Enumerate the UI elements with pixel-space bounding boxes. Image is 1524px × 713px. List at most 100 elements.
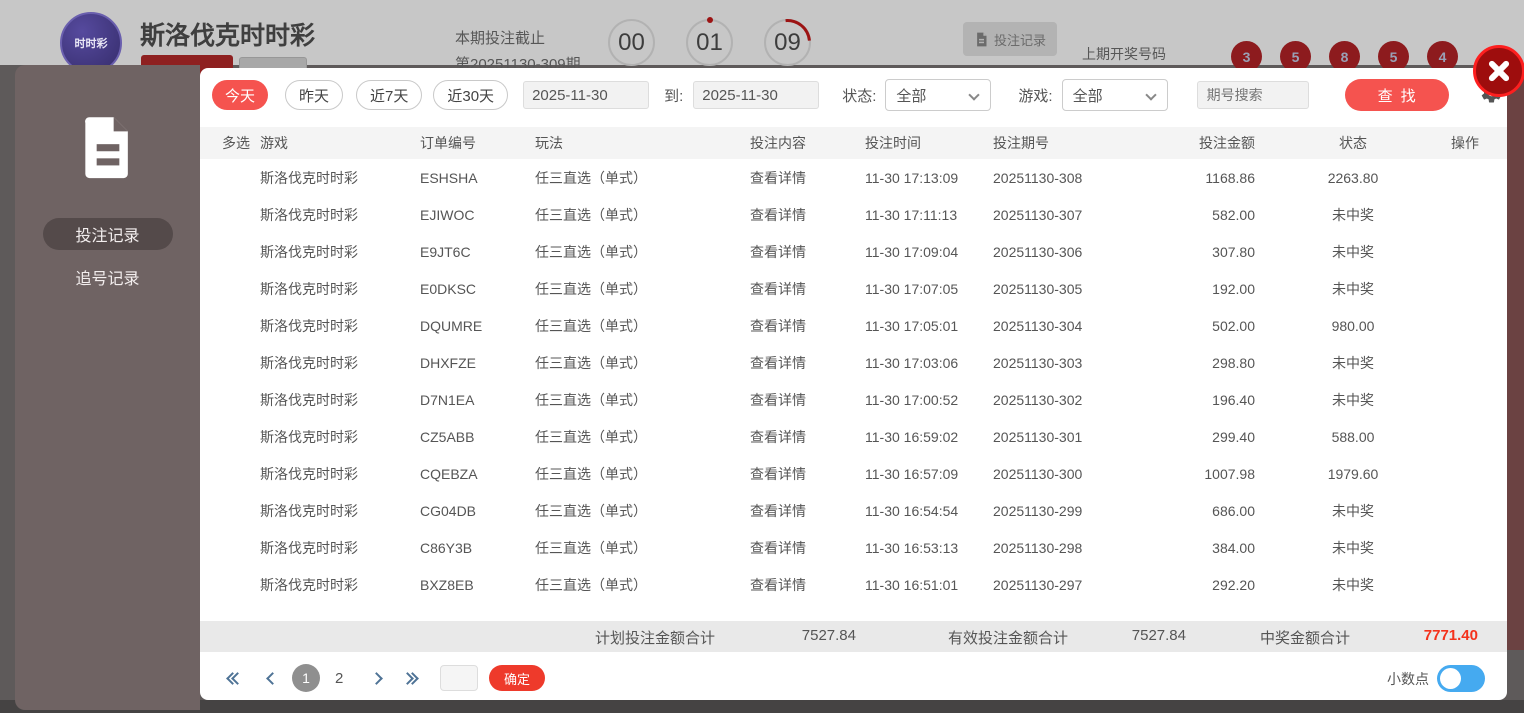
view-details-link[interactable]: 查看详情 <box>750 307 865 344</box>
page-title: 斯洛伐克时时彩 <box>140 22 316 50</box>
order-id-link[interactable]: CZ5ABB <box>420 418 535 455</box>
view-details-link[interactable]: 查看详情 <box>750 270 865 307</box>
countdown-minutes: 01 <box>686 17 733 66</box>
table-row: 斯洛伐克时时彩 CG04DB 任三直选（单式） 查看详情 11-30 16:54:54 2… <box>200 492 1507 529</box>
view-details-link[interactable]: 查看详情 <box>750 566 865 603</box>
view-details-link[interactable]: 查看详情 <box>750 381 865 418</box>
view-details-link[interactable]: 查看详情 <box>750 344 865 381</box>
prev-page-button[interactable] <box>266 660 279 696</box>
countdown-minutes-value: 01 <box>696 28 723 56</box>
order-id-link[interactable]: DHXFZE <box>420 344 535 381</box>
table-row: 斯洛伐克时时彩 E0DKSC 任三直选（单式） 查看详情 11-30 17:07:05 2… <box>200 270 1507 307</box>
page-2-button[interactable]: 2 <box>335 660 343 696</box>
status-badge: 未中奖 <box>1332 206 1374 223</box>
confirm-page-button[interactable]: 确定 <box>489 665 545 691</box>
order-id-link[interactable]: ESHSHA <box>420 159 535 196</box>
next-page-button[interactable] <box>370 660 383 696</box>
order-id-link[interactable]: E0DKSC <box>420 270 535 307</box>
table-row: 斯洛伐克时时彩 BXZ8EB 任三直选（单式） 查看详情 11-30 16:51:01 2… <box>200 566 1507 603</box>
sidebar-item-bet-records-label: 投注记录 <box>75 228 140 245</box>
sidebar-item-bet-records[interactable]: 投注记录 <box>42 218 173 250</box>
table-row: 斯洛伐克时时彩 DHXFZE 任三直选（单式） 查看详情 11-30 17:03:06 2… <box>200 344 1507 381</box>
status-badge: 2263.80 <box>1327 169 1379 186</box>
valid-total-label: 有效投注金额合计 <box>948 630 1069 647</box>
chevron-down-icon <box>968 89 981 101</box>
quick-filter-30days[interactable]: 近30天 <box>433 80 509 110</box>
order-id-link[interactable]: DQUMRE <box>420 307 535 344</box>
status-select[interactable]: 全部 <box>885 79 992 111</box>
table-header-row: 多选 游戏 订单编号 玩法 投注内容 投注时间 投注期号 投注金额 状态 操作 <box>200 127 1507 159</box>
view-details-link[interactable]: 查看详情 <box>750 233 865 270</box>
view-details-link[interactable]: 查看详情 <box>750 159 865 196</box>
quick-filter-today[interactable]: 今天 <box>212 80 269 110</box>
col-order-id: 订单编号 <box>420 127 535 159</box>
table-row: 斯洛伐克时时彩 C86Y3B 任三直选（单式） 查看详情 11-30 16:53:13 2… <box>200 529 1507 566</box>
col-amount: 投注金额 <box>1153 127 1283 159</box>
sidebar-item-chase-records[interactable]: 追号记录 <box>43 261 173 293</box>
decimal-toggle-label: 小数点 <box>1387 671 1429 687</box>
order-id-link[interactable]: E9JT6C <box>420 233 535 270</box>
order-id-link[interactable]: BXZ8EB <box>420 566 535 603</box>
col-game: 游戏 <box>260 127 420 159</box>
period-search-input[interactable] <box>1196 81 1309 109</box>
table-row: 斯洛伐克时时彩 EJIWOC 任三直选（单式） 查看详情 11-30 17:11:13 2… <box>200 196 1507 233</box>
col-play: 玩法 <box>535 127 750 159</box>
col-period: 投注期号 <box>993 127 1153 159</box>
totals-bar: 计划投注金额合计 7527.84 有效投注金额合计 7527.84 中奖金额合计… <box>200 621 1507 652</box>
status-badge: 未中奖 <box>1332 539 1374 556</box>
bet-records-button-label: 投注记录 <box>993 32 1046 48</box>
game-select-value: 全部 <box>1072 87 1103 105</box>
page-1-button[interactable]: 1 <box>292 660 320 696</box>
logo-text: 时时彩 <box>74 38 108 50</box>
view-details-link[interactable]: 查看详情 <box>750 529 865 566</box>
first-page-button[interactable] <box>226 660 244 696</box>
table-row: 斯洛伐克时时彩 D7N1EA 任三直选（单式） 查看详情 11-30 17:00:52 2… <box>200 381 1507 418</box>
view-details-link[interactable]: 查看详情 <box>750 492 865 529</box>
order-id-link[interactable]: EJIWOC <box>420 196 535 233</box>
quick-filter-yesterday[interactable]: 昨天 <box>285 80 344 110</box>
sidebar-item-chase-records-label: 追号记录 <box>75 271 140 288</box>
view-details-link[interactable]: 查看详情 <box>750 455 865 492</box>
view-details-link[interactable]: 查看详情 <box>750 418 865 455</box>
table-row: 斯洛伐克时时彩 DQUMRE 任三直选（单式） 查看详情 11-30 17:05:01 2… <box>200 307 1507 344</box>
decimal-toggle-switch[interactable] <box>1437 665 1485 692</box>
col-time: 投注时间 <box>865 127 993 159</box>
table-row: 斯洛伐克时时彩 ESHSHA 任三直选（单式） 查看详情 11-30 17:13:09 2… <box>200 159 1507 196</box>
filter-bar: 今天 昨天 近7天 近30天 到: 状态: 全部 游戏: 全部 查找 <box>200 78 1507 112</box>
goto-page-input[interactable] <box>440 665 478 691</box>
current-page-indicator: 1 <box>292 664 320 692</box>
page-header: 时时彩 斯洛伐克时时彩 本期投注截止 第20251130-309期 00 01 … <box>0 0 1524 77</box>
status-badge: 未中奖 <box>1332 391 1374 408</box>
status-badge: 588.00 <box>1331 428 1375 445</box>
planned-total-value: 7527.84 <box>801 627 856 644</box>
game-select[interactable]: 全部 <box>1061 79 1168 111</box>
status-select-value: 全部 <box>896 87 927 105</box>
date-from-input[interactable] <box>523 81 650 109</box>
date-to-label: 到: <box>664 87 684 105</box>
bet-records-button[interactable]: 投注记录 <box>963 22 1057 56</box>
lottery-page: 时时彩 斯洛伐克时时彩 本期投注截止 第20251130-309期 00 01 … <box>0 0 1524 713</box>
game-filter-label: 游戏: <box>1018 87 1053 105</box>
status-badge: 未中奖 <box>1332 502 1374 519</box>
quick-filter-7days[interactable]: 近7天 <box>356 80 423 110</box>
status-badge: 未中奖 <box>1332 354 1374 371</box>
dimmed-bottom-edge <box>0 700 1524 713</box>
countdown-dot <box>706 17 713 23</box>
order-id-link[interactable]: CQEBZA <box>420 455 535 492</box>
search-button[interactable]: 查找 <box>1344 79 1449 111</box>
view-details-link[interactable]: 查看详情 <box>750 196 865 233</box>
win-total-label: 中奖金额合计 <box>1260 630 1351 647</box>
deadline-label: 本期投注截止 <box>455 30 546 47</box>
countdown-hours-value: 00 <box>618 28 645 56</box>
chevron-down-icon <box>1144 89 1157 101</box>
planned-total-label: 计划投注金额合计 <box>595 630 716 647</box>
close-modal-button[interactable] <box>1473 45 1524 97</box>
order-id-link[interactable]: C86Y3B <box>420 529 535 566</box>
status-badge: 未中奖 <box>1332 280 1374 297</box>
bet-records-modal: 今天 昨天 近7天 近30天 到: 状态: 全部 游戏: 全部 查找 <box>200 68 1507 700</box>
order-id-link[interactable]: D7N1EA <box>420 381 535 418</box>
order-id-link[interactable]: CG04DB <box>420 492 535 529</box>
bet-records-table: 多选 游戏 订单编号 玩法 投注内容 投注时间 投注期号 投注金额 状态 操作 … <box>200 127 1507 603</box>
last-page-button[interactable] <box>401 660 419 696</box>
date-to-input[interactable] <box>693 81 820 109</box>
